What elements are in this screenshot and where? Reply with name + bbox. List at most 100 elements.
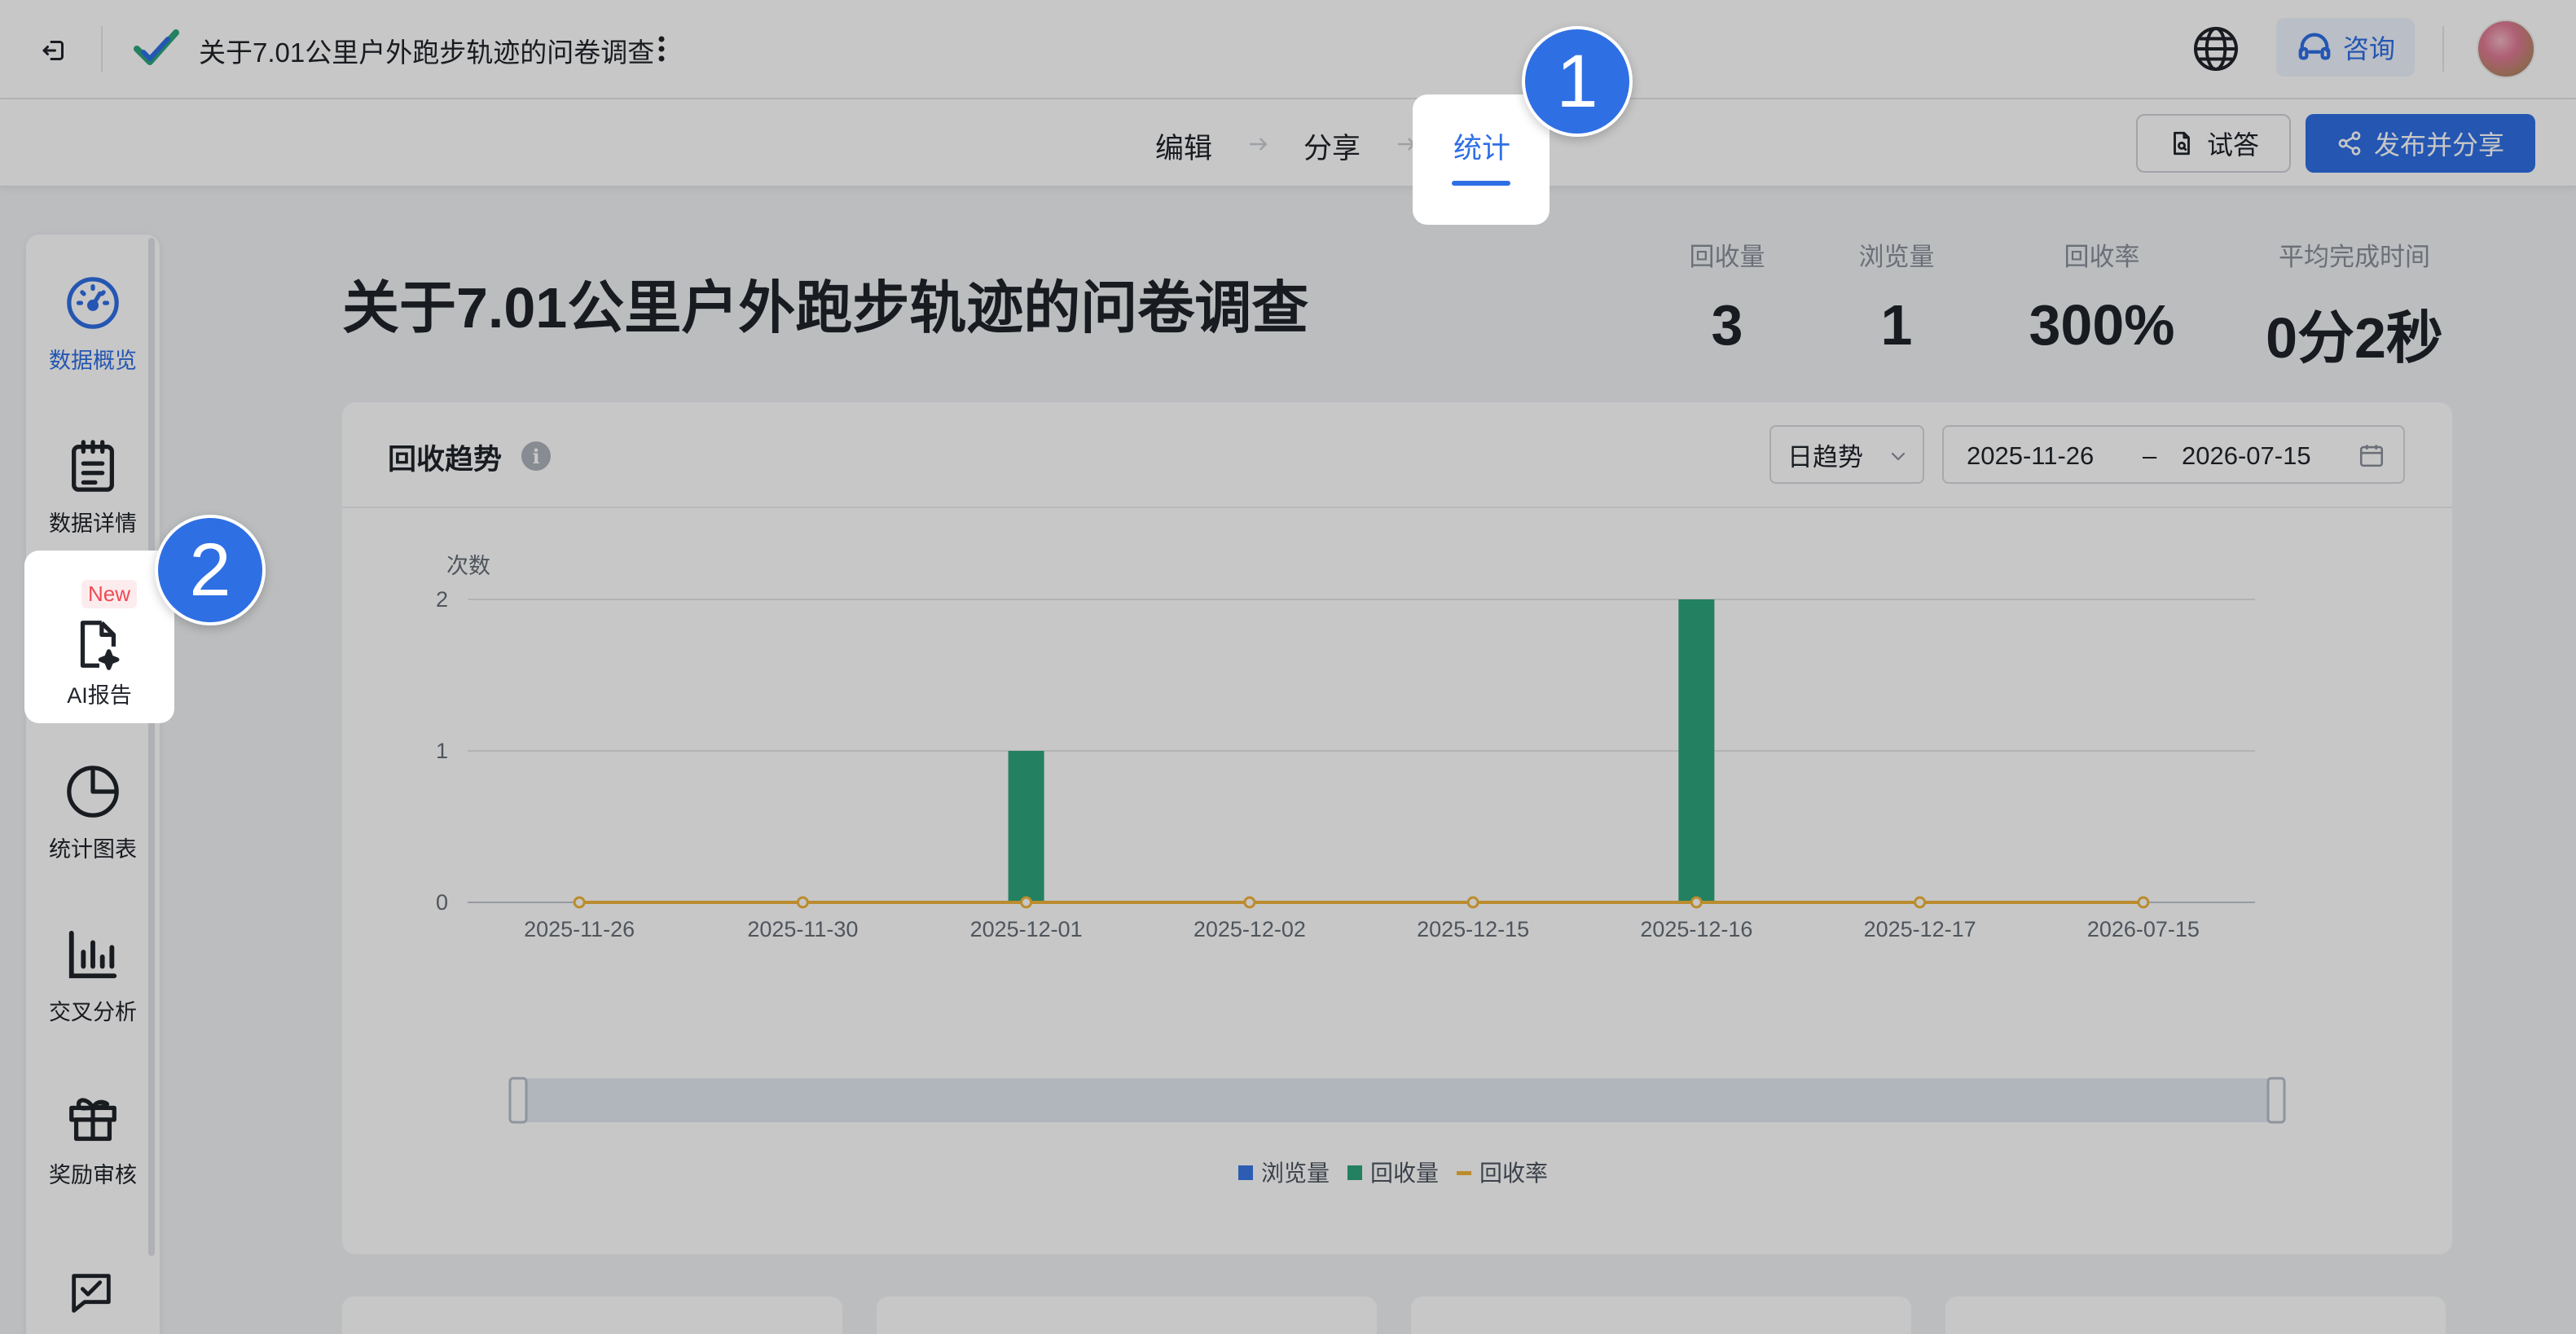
checklist-icon[interactable] (65, 1267, 117, 1323)
sidebar-item-label: 统计图表 (49, 836, 137, 862)
sidebar-item-reward-review[interactable]: 奖励审核 (26, 1065, 160, 1212)
stat-label: 浏览量 (1858, 243, 1935, 271)
step-badge-2: 2 (155, 515, 266, 625)
granularity-value: 日趋势 (1787, 442, 1863, 472)
highlight-ai-report[interactable]: New AI报告 (24, 551, 174, 723)
bar-回收量 (1678, 599, 1715, 902)
legend-label: 回收率 (1479, 1161, 1548, 1186)
language-globe-icon[interactable] (2191, 24, 2240, 73)
gift-icon (69, 1097, 116, 1141)
zoom-handle-left[interactable] (508, 1077, 528, 1124)
line-point (796, 896, 809, 909)
app-logo-icon (132, 24, 181, 73)
trend-title: 回收趋势 (388, 444, 503, 476)
step-tab-bar: 编辑 分享 试答 发布并分享 (0, 99, 2576, 187)
preview-button[interactable]: 试答 (2136, 114, 2291, 173)
line-point (1690, 896, 1703, 909)
survey-title-header: 关于7.01公里户外跑步轨迹的问卷调查 (199, 37, 655, 68)
line-point (1243, 896, 1256, 909)
summary-card (1411, 1297, 1911, 1334)
stat-responses: 回收量 3 (1662, 236, 1792, 358)
legend-swatch (1457, 1171, 1471, 1175)
stat-value: 0分2秒 (2266, 306, 2443, 370)
highlight-tab-stats[interactable]: 统计 (1413, 94, 1550, 225)
divider (101, 26, 103, 72)
x-tick-label: 2026-07-15 (2087, 917, 2200, 941)
sidebar-item-label: 奖励审核 (49, 1162, 137, 1187)
stat-avg-time: 平均完成时间 0分2秒 (2249, 236, 2460, 375)
x-tick-label: 2025-12-02 (1193, 917, 1306, 941)
line-point (2137, 896, 2150, 909)
sidebar-item-label: 数据详情 (49, 511, 137, 536)
sidebar-item-data-overview[interactable]: 数据概览 (26, 251, 160, 397)
sidebar-item-data-details[interactable]: 数据详情 (26, 414, 160, 560)
sidebar-item-label: 数据概览 (49, 348, 137, 373)
x-tick-label: 2025-12-15 (1417, 917, 1529, 941)
line-point (1466, 896, 1479, 909)
arrow-right-icon (1246, 132, 1271, 160)
stat-views: 浏览量 1 (1831, 236, 1962, 358)
avatar[interactable] (2477, 20, 2535, 78)
date-end[interactable]: 2026-07-15 (2182, 441, 2311, 471)
top-bar: 关于7.01公里户外跑步轨迹的问卷调查 咨询 (0, 0, 2576, 99)
legend-label: 回收量 (1370, 1161, 1439, 1186)
sidebar-item-label: 交叉分析 (49, 999, 137, 1025)
x-tick-label: 2025-12-17 (1864, 917, 1976, 941)
clipboard-icon (72, 439, 114, 492)
stat-label: 回收量 (1689, 243, 1765, 271)
legend-label: 浏览量 (1261, 1161, 1330, 1186)
step-badge-1: 1 (1522, 26, 1633, 137)
date-range-picker[interactable]: 2025-11-26 – 2026-07-15 (1942, 425, 2405, 484)
trend-chart: 0 1 2 2025-11-26 2025-11-30 2025-12-01 2025-1… (436, 554, 2286, 1186)
pie-chart-icon (67, 765, 119, 818)
consult-button[interactable]: 咨询 (2276, 18, 2415, 77)
stat-value: 300% (2029, 293, 2175, 357)
summary-card (342, 1297, 842, 1334)
document-search-icon (2174, 131, 2190, 156)
chevron-down-icon (1891, 452, 1906, 461)
date-separator: – (2143, 441, 2157, 470)
line-point (1914, 896, 1927, 909)
tab-share[interactable]: 分享 (1303, 125, 1361, 167)
sidebar-item-stat-charts[interactable]: 统计图表 (26, 739, 160, 886)
bar-回收量 (1008, 751, 1044, 902)
tab-edit[interactable]: 编辑 (1155, 125, 1212, 167)
bar-chart-icon (68, 930, 117, 978)
sidebar-item-label: AI报告 (67, 683, 132, 708)
stat-value: 1 (1880, 293, 1913, 357)
consult-label: 咨询 (2342, 34, 2395, 64)
stat-label: 回收率 (2064, 243, 2140, 271)
preview-label: 试答 (2206, 130, 2259, 160)
stat-response-rate: 回收率 300% (2004, 236, 2200, 358)
share-icon (2338, 131, 2361, 156)
data-zoom-slider[interactable] (508, 1077, 2286, 1124)
line-point (1020, 896, 1033, 909)
legend-swatch (1347, 1165, 1362, 1180)
x-tick-label: 2025-11-30 (747, 917, 858, 941)
sidebar-item-cross-analysis[interactable]: 交叉分析 (26, 902, 160, 1049)
summary-card (877, 1297, 1377, 1334)
y-tick-label: 0 (436, 890, 448, 915)
granularity-select[interactable]: 日趋势 (1769, 425, 1924, 484)
more-menu-icon[interactable] (652, 29, 671, 68)
y-tick-label: 2 (436, 587, 448, 612)
stat-label: 平均完成时间 (2279, 243, 2430, 271)
publish-share-button[interactable]: 发布并分享 (2306, 114, 2535, 173)
trend-card: 回收趋势 i 日趋势 2025-11-26 – 2026-07-15 0 1 2 2… (342, 402, 2452, 1254)
info-icon[interactable]: i (521, 441, 551, 471)
zoom-handle-right[interactable] (2266, 1077, 2286, 1124)
publish-share-label: 发布并分享 (2373, 130, 2504, 160)
y-tick-label: 1 (436, 739, 448, 763)
stat-value: 3 (1711, 293, 1743, 357)
sidebar: 数据概览 数据详情 AI报告 统计图表 交叉分析 奖励审核 (26, 235, 160, 1334)
calendar-icon[interactable] (2358, 441, 2385, 469)
ai-report-icon (68, 616, 125, 677)
exit-icon[interactable] (36, 33, 72, 68)
new-badge: New (81, 580, 138, 608)
x-tick-label: 2025-12-01 (970, 917, 1083, 941)
x-tick-label: 2025-11-26 (524, 917, 635, 941)
line-point (573, 896, 586, 909)
tab-stats[interactable]: 统计 (1453, 125, 1510, 167)
date-start[interactable]: 2025-11-26 (1967, 441, 2094, 471)
page-title: 关于7.01公里户外跑步轨迹的问卷调查 (342, 276, 1309, 340)
